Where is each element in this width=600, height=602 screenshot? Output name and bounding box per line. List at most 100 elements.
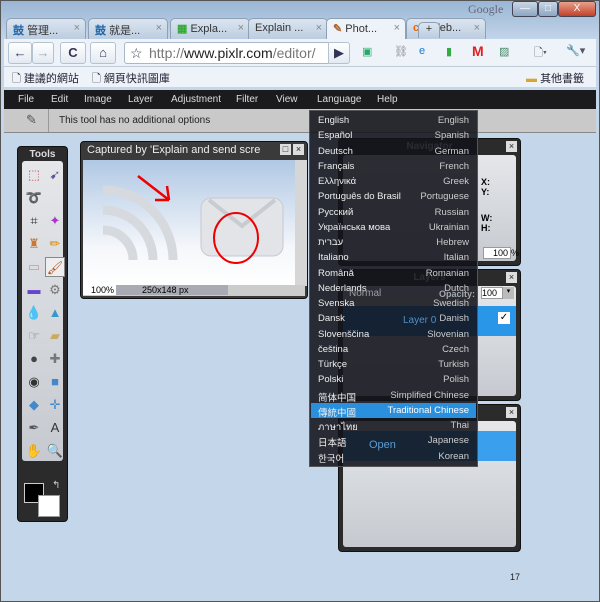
menu-edit[interactable]: Edit xyxy=(51,94,68,105)
menu-layer[interactable]: Layer xyxy=(128,94,153,105)
tool-button[interactable]: 🖌 xyxy=(45,257,65,277)
navigator-zoom-input[interactable]: 100 xyxy=(483,247,511,259)
tab-close-icon[interactable]: × xyxy=(74,22,80,34)
ie-tab-extension-icon[interactable]: e xyxy=(419,45,425,57)
layer-visibility-checkbox[interactable]: ✓ xyxy=(498,312,510,324)
tool-button[interactable]: ▲ xyxy=(45,303,65,323)
translate-extension-icon[interactable]: ▣ xyxy=(362,45,372,58)
tab-close-icon[interactable]: × xyxy=(474,22,480,34)
tool-button[interactable]: ➹ xyxy=(45,165,65,185)
tab[interactable]: ▦ Expla... × xyxy=(170,18,250,39)
bookmark-star-icon[interactable]: ☆ xyxy=(130,45,143,62)
tab[interactable]: 鼓 就是... × xyxy=(88,18,168,39)
tool-button[interactable]: ✚ xyxy=(45,349,65,369)
language-item[interactable]: Svenska Swedish xyxy=(311,296,476,311)
tool-button[interactable]: A xyxy=(45,418,65,438)
gmail-extension-icon[interactable]: M xyxy=(472,43,484,59)
language-item[interactable]: Nederlands Dutch xyxy=(311,281,476,296)
tool-button[interactable]: ✒ xyxy=(24,418,44,438)
tool-button[interactable]: ✛ xyxy=(45,395,65,415)
tab-close-icon[interactable]: × xyxy=(238,22,244,34)
tool-button[interactable]: ⚙ xyxy=(45,280,65,300)
tool-button[interactable]: ▰ xyxy=(45,326,65,346)
tool-button[interactable]: 💧 xyxy=(24,303,44,323)
opacity-dropdown-icon[interactable]: ▾ xyxy=(503,287,514,299)
close-navigator-button[interactable]: × xyxy=(506,141,517,152)
go-button[interactable]: ▶ xyxy=(328,42,350,64)
language-item[interactable]: עברית Hebrew xyxy=(311,235,476,250)
language-item[interactable]: Deutsch German xyxy=(311,144,476,159)
close-image-button[interactable]: × xyxy=(293,144,304,155)
close-layers-button[interactable]: × xyxy=(506,272,517,283)
forward-button[interactable]: → xyxy=(32,42,54,64)
swap-colors-icon[interactable]: ↰ xyxy=(52,480,60,491)
tool-button[interactable]: ▭ xyxy=(24,257,44,277)
page-menu-icon[interactable]: 🗋▾ xyxy=(534,44,547,63)
tool-button[interactable]: ⌗ xyxy=(24,211,44,231)
bookmark-item[interactable]: 🗋 建議的網站 xyxy=(12,70,79,89)
tool-button[interactable]: ◆ xyxy=(24,395,44,415)
language-item[interactable]: Português do Brasil Portuguese xyxy=(311,189,476,204)
address-bar[interactable]: ☆ http://www.pixlr.com/editor/ xyxy=(124,42,330,64)
tab[interactable]: Explain ... × xyxy=(248,18,328,39)
tab[interactable]: 鼓 管理... × xyxy=(6,18,86,39)
tab-close-icon[interactable]: × xyxy=(394,22,400,34)
home-button[interactable]: ⌂ xyxy=(90,42,116,64)
background-color-swatch[interactable] xyxy=(38,495,60,517)
wrench-menu-icon[interactable]: 🔧▾ xyxy=(566,44,585,57)
tool-button[interactable]: ✋ xyxy=(24,441,44,461)
tool-button[interactable]: ☞ xyxy=(24,326,44,346)
language-item[interactable]: Dansk Danish xyxy=(311,311,476,326)
language-item[interactable]: English English xyxy=(311,113,476,128)
tab-close-icon[interactable]: × xyxy=(156,22,162,34)
image-zoom-readout[interactable]: 100% xyxy=(83,285,116,295)
menu-file[interactable]: File xyxy=(18,94,34,105)
menu-adjustment[interactable]: Adjustment xyxy=(171,94,221,105)
maximize-button[interactable]: □ xyxy=(538,1,558,17)
close-history-button[interactable]: × xyxy=(506,407,517,418)
extension-icon[interactable]: ▮ xyxy=(446,45,452,58)
language-item[interactable]: 日本語 Japanese xyxy=(311,433,476,449)
canvas-image[interactable] xyxy=(83,160,295,286)
menu-image[interactable]: Image xyxy=(84,94,112,105)
maximize-image-button[interactable]: □ xyxy=(280,144,291,155)
tool-button[interactable]: ◉ xyxy=(24,372,44,392)
language-item[interactable]: Română Romanian xyxy=(311,266,476,281)
reload-button[interactable]: C xyxy=(60,42,86,64)
language-item[interactable]: 한국어 Korean xyxy=(311,449,476,465)
tool-button[interactable]: ● xyxy=(24,349,44,369)
opacity-input[interactable]: 100 xyxy=(481,287,503,299)
language-item[interactable]: Українська мова Ukrainian xyxy=(311,220,476,235)
tool-button[interactable]: ■ xyxy=(45,372,65,392)
tool-button[interactable]: ⬚ xyxy=(24,165,44,185)
minimize-button[interactable]: — xyxy=(512,1,538,17)
new-tab-button[interactable]: + xyxy=(418,22,440,38)
menu-language[interactable]: Language xyxy=(317,94,362,105)
close-window-button[interactable]: X xyxy=(558,1,596,17)
image-extension-icon[interactable]: ▨ xyxy=(499,45,509,58)
other-bookmarks[interactable]: ▬ 其他書籤 xyxy=(526,70,584,86)
tool-button[interactable]: ♜ xyxy=(24,234,44,254)
menu-help[interactable]: Help xyxy=(377,94,398,105)
language-item[interactable]: Français French xyxy=(311,159,476,174)
tool-button[interactable]: ✏ xyxy=(45,234,65,254)
language-item[interactable]: Polski Polish xyxy=(311,372,476,387)
back-button[interactable]: ← xyxy=(8,42,32,64)
language-item[interactable]: Türkçe Turkish xyxy=(311,357,476,372)
bookmark-item[interactable]: 🗋 網頁快訊圖庫 xyxy=(92,70,170,89)
menu-filter[interactable]: Filter xyxy=(236,94,258,105)
tab[interactable]: ✎ Phot... × xyxy=(326,18,406,40)
tab-close-icon[interactable]: × xyxy=(316,22,322,34)
language-item[interactable]: Español Spanish xyxy=(311,128,476,143)
language-item[interactable]: čeština Czech xyxy=(311,342,476,357)
menu-view[interactable]: View xyxy=(276,94,298,105)
link-extension-icon[interactable]: ⛓ xyxy=(394,45,408,58)
tool-button[interactable]: ➰ xyxy=(24,188,44,208)
language-item[interactable]: Ελληνικά Greek xyxy=(311,174,476,189)
language-item[interactable]: Русский Russian xyxy=(311,205,476,220)
tool-button[interactable]: ✦ xyxy=(45,211,65,231)
language-item[interactable]: 傳統中國 Traditional Chinese xyxy=(311,402,476,419)
language-item[interactable]: Slovenščina Slovenian xyxy=(311,327,476,342)
language-item[interactable]: Italiano Italian xyxy=(311,250,476,265)
language-item[interactable]: 简体中国 Simplified Chinese xyxy=(311,388,476,404)
